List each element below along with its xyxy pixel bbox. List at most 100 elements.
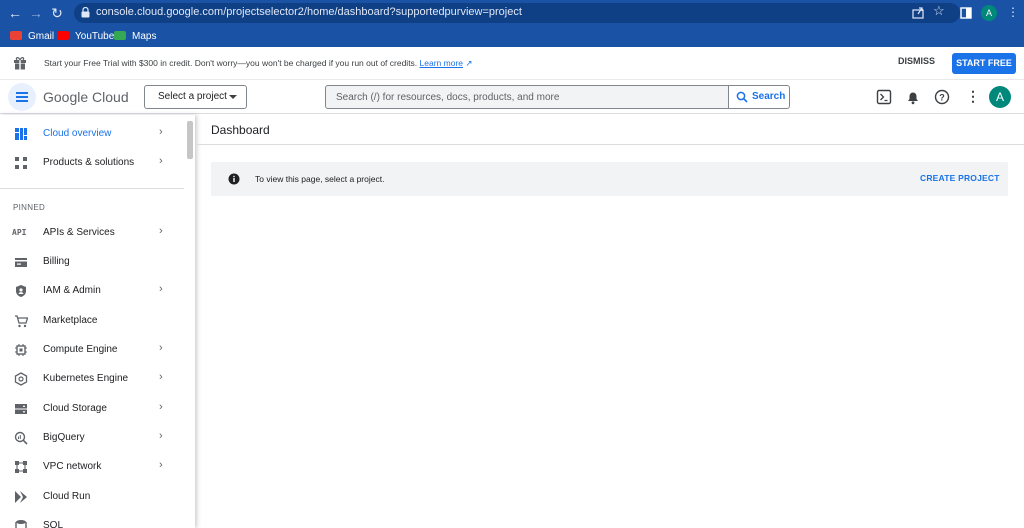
sidebar-item-bigquery[interactable]: BigQuery › bbox=[0, 424, 184, 453]
dashboard-icon bbox=[15, 128, 27, 140]
bookmark-gmail[interactable]: Gmail bbox=[10, 29, 54, 44]
gift-icon bbox=[14, 57, 26, 70]
sidebar-item-label: Cloud Run bbox=[43, 491, 91, 502]
sidebar-item-vpc-network[interactable]: VPC network › bbox=[0, 453, 184, 482]
sidebar-item-marketplace[interactable]: Marketplace bbox=[0, 307, 184, 336]
chevron-right-icon: › bbox=[159, 225, 163, 237]
profile-avatar[interactable]: A bbox=[981, 5, 997, 21]
back-icon[interactable]: ← bbox=[6, 4, 24, 22]
console-header: Google Cloud Select a project Search ? ⋮… bbox=[0, 81, 1024, 114]
shield-icon bbox=[16, 285, 26, 297]
billing-icon bbox=[15, 258, 27, 267]
page-title: Dashboard bbox=[211, 123, 270, 137]
chevron-right-icon: › bbox=[159, 459, 163, 471]
network-icon bbox=[15, 461, 27, 473]
chevron-right-icon: › bbox=[159, 126, 163, 138]
notice-text: To view this page, select a project. bbox=[255, 174, 385, 184]
chevron-right-icon: › bbox=[159, 430, 163, 442]
info-icon bbox=[228, 173, 240, 185]
sidepanel-icon[interactable] bbox=[960, 7, 972, 19]
dismiss-button[interactable]: DISMISS bbox=[898, 56, 935, 66]
bell-icon[interactable] bbox=[905, 89, 921, 105]
sidebar-item-billing[interactable]: Billing bbox=[0, 248, 184, 277]
project-selector[interactable]: Select a project bbox=[144, 85, 247, 109]
sidebar-item-label: VPC network bbox=[43, 461, 102, 472]
reload-icon[interactable]: ↻ bbox=[48, 4, 66, 22]
run-icon bbox=[15, 491, 27, 503]
logo-google: Google bbox=[43, 89, 89, 105]
sidebar-item-products-solutions[interactable]: Products & solutions › bbox=[0, 149, 184, 178]
chevron-right-icon: › bbox=[159, 371, 163, 383]
sidebar-item-cloud-overview[interactable]: Cloud overview › bbox=[0, 120, 184, 149]
navigation-sidebar: Cloud overview › Products & solutions › … bbox=[0, 115, 195, 528]
bookmark-star-icon[interactable]: ☆ bbox=[933, 3, 945, 19]
svg-text:?: ? bbox=[939, 93, 945, 103]
cart-icon bbox=[15, 315, 28, 328]
chip-icon bbox=[15, 344, 27, 356]
sidebar-item-label: Compute Engine bbox=[43, 344, 118, 355]
google-cloud-logo[interactable]: Google Cloud bbox=[43, 89, 129, 105]
sidebar-item-label: Kubernetes Engine bbox=[43, 373, 129, 384]
chevron-right-icon: › bbox=[159, 342, 163, 354]
search-icon bbox=[736, 91, 748, 103]
kubernetes-icon bbox=[14, 372, 28, 386]
sidebar-item-sql[interactable]: SQL bbox=[0, 512, 184, 528]
browser-menu-icon[interactable]: ⋮ bbox=[1007, 3, 1019, 21]
bookmarks-bar: Gmail YouTube Maps bbox=[0, 26, 1024, 47]
cloud-shell-icon[interactable] bbox=[876, 89, 892, 105]
sql-icon bbox=[15, 520, 27, 528]
create-project-button[interactable]: CREATE PROJECT bbox=[920, 173, 1000, 183]
sidebar-item-cloud-run[interactable]: Cloud Run bbox=[0, 483, 184, 512]
lock-icon bbox=[81, 7, 90, 18]
title-divider bbox=[195, 144, 1024, 145]
sidebar-scrollbar[interactable] bbox=[187, 121, 193, 159]
api-icon: API bbox=[12, 228, 27, 237]
free-trial-banner: Start your Free Trial with $300 in credi… bbox=[0, 47, 1024, 80]
chevron-right-icon: › bbox=[159, 401, 163, 413]
search-button-label: Search bbox=[752, 91, 786, 102]
sidebar-item-label: Products & solutions bbox=[43, 157, 135, 168]
sidebar-item-label: BigQuery bbox=[43, 432, 85, 443]
start-free-button[interactable]: START FREE bbox=[952, 53, 1016, 74]
sidebar-item-apis-services[interactable]: API APIs & Services › bbox=[0, 219, 184, 248]
chevron-right-icon: › bbox=[159, 283, 163, 295]
search-button[interactable]: Search bbox=[728, 85, 790, 109]
url-text: console.cloud.google.com/projectselector… bbox=[96, 6, 522, 18]
sidebar-divider bbox=[0, 188, 184, 189]
bookmark-youtube[interactable]: YouTube bbox=[57, 29, 114, 44]
address-bar[interactable]: console.cloud.google.com/projectselector… bbox=[74, 3, 960, 23]
search-input[interactable] bbox=[325, 85, 729, 109]
browser-toolbar: ← → ↻ console.cloud.google.com/projectse… bbox=[0, 0, 1024, 26]
sidebar-item-label: IAM & Admin bbox=[43, 285, 101, 296]
sidebar-item-label: APIs & Services bbox=[43, 227, 115, 238]
account-avatar[interactable]: A bbox=[989, 86, 1011, 108]
sidebar-item-label: Cloud overview bbox=[43, 128, 112, 139]
project-selector-label: Select a project bbox=[158, 91, 227, 102]
sidebar-item-kubernetes-engine[interactable]: Kubernetes Engine › bbox=[0, 365, 184, 394]
storage-icon bbox=[15, 404, 27, 414]
promo-message: Start your Free Trial with $300 in credi… bbox=[44, 58, 418, 68]
external-link-icon: ↗ bbox=[463, 58, 473, 68]
maps-icon bbox=[114, 31, 126, 40]
sidebar-item-compute-engine[interactable]: Compute Engine › bbox=[0, 336, 184, 365]
help-icon[interactable]: ? bbox=[934, 89, 950, 105]
learn-more-link[interactable]: Learn more bbox=[420, 58, 463, 68]
youtube-icon bbox=[57, 31, 69, 40]
sidebar-item-label: Marketplace bbox=[43, 315, 98, 326]
hamburger-menu-button[interactable] bbox=[8, 83, 36, 111]
share-icon[interactable] bbox=[912, 6, 925, 19]
sidebar-item-iam-admin[interactable]: IAM & Admin › bbox=[0, 277, 184, 306]
caret-down-icon bbox=[229, 95, 237, 99]
logo-cloud: Cloud bbox=[92, 89, 129, 105]
bookmark-maps[interactable]: Maps bbox=[114, 29, 156, 44]
bigquery-icon bbox=[14, 431, 28, 445]
chevron-right-icon: › bbox=[159, 155, 163, 167]
grid-icon bbox=[15, 157, 27, 169]
gmail-icon bbox=[10, 31, 22, 40]
forward-icon[interactable]: → bbox=[27, 4, 45, 22]
sidebar-item-cloud-storage[interactable]: Cloud Storage › bbox=[0, 395, 184, 424]
more-options-icon[interactable]: ⋮ bbox=[966, 88, 980, 105]
sidebar-item-label: Cloud Storage bbox=[43, 403, 107, 414]
select-project-notice: To view this page, select a project. CRE… bbox=[211, 162, 1008, 196]
sidebar-item-label: SQL bbox=[43, 520, 64, 528]
